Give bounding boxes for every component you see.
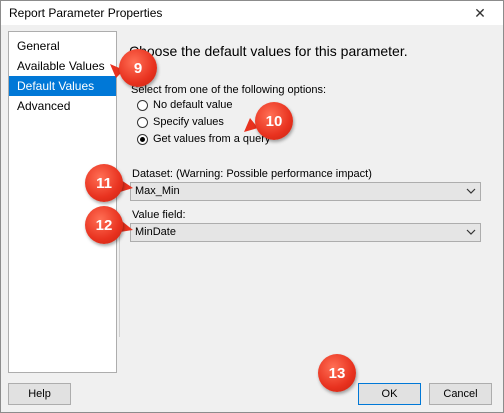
- options-label: Select from one of the following options…: [131, 84, 327, 96]
- annotation-badge-10: 10: [255, 102, 293, 140]
- sidebar-item-default-values[interactable]: Default Values: [9, 76, 116, 96]
- radio-label: Get values from a query: [153, 133, 271, 145]
- cancel-button[interactable]: Cancel: [429, 383, 492, 405]
- chevron-down-icon: [466, 188, 476, 194]
- radio-button[interactable]: [137, 116, 148, 128]
- sidebar-item-available-values[interactable]: Available Values: [9, 56, 116, 76]
- dialog-window: Report Parameter Properties ✕ General Av…: [0, 0, 504, 413]
- chevron-down-icon: [466, 229, 476, 235]
- sidebar-nav: General Available Values Default Values …: [8, 31, 117, 373]
- dataset-label: Dataset: (Warning: Possible performance …: [132, 168, 372, 180]
- ok-button[interactable]: OK: [358, 383, 421, 405]
- radio-button-selected[interactable]: [137, 133, 148, 145]
- title-bar[interactable]: Report Parameter Properties ✕: [1, 1, 503, 25]
- radio-button[interactable]: [137, 99, 148, 111]
- close-icon[interactable]: ✕: [457, 1, 503, 25]
- value-field-label: Value field:: [132, 209, 186, 221]
- sidebar-item-advanced[interactable]: Advanced: [9, 96, 116, 116]
- value-field-dropdown[interactable]: MinDate: [130, 223, 481, 242]
- radio-no-default[interactable]: No default value: [137, 97, 233, 113]
- help-button[interactable]: Help: [8, 383, 71, 405]
- sidebar-item-general[interactable]: General: [9, 36, 116, 56]
- dataset-dropdown[interactable]: Max_Min: [130, 182, 481, 201]
- window-title: Report Parameter Properties: [9, 6, 163, 20]
- radio-get-from-query[interactable]: Get values from a query: [137, 131, 270, 147]
- page-heading: Choose the default values for this param…: [129, 43, 408, 59]
- dataset-value: Max_Min: [135, 185, 180, 197]
- annotation-badge-11: 11: [85, 164, 123, 202]
- radio-specify-values[interactable]: Specify values: [137, 114, 224, 130]
- annotation-badge-9: 9: [119, 49, 157, 87]
- annotation-badge-13: 13: [318, 354, 356, 392]
- value-field-value: MinDate: [135, 226, 176, 238]
- radio-label: Specify values: [153, 116, 224, 128]
- radio-label: No default value: [153, 99, 233, 111]
- annotation-badge-12: 12: [85, 206, 123, 244]
